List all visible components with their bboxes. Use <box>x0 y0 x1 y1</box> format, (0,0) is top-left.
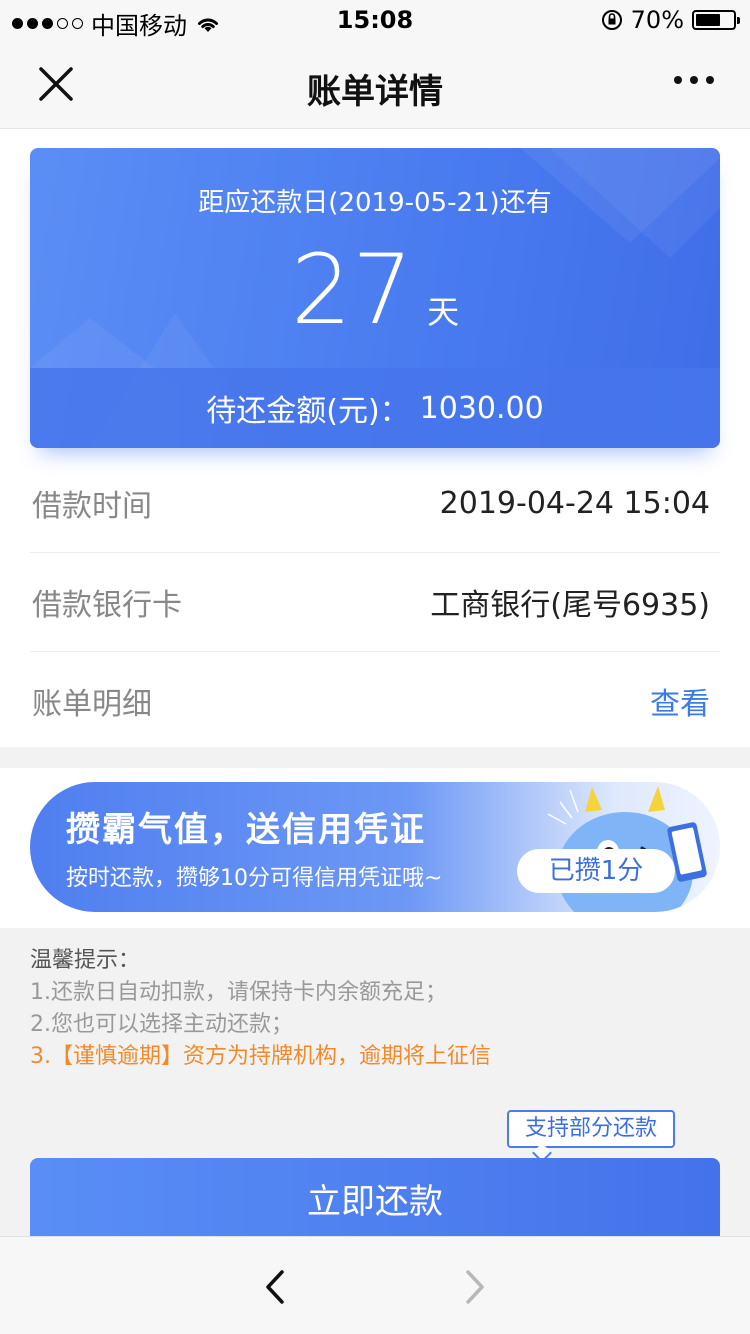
days-unit: 天 <box>427 293 460 331</box>
tips-title: 温馨提示： <box>30 948 141 973</box>
detail-row-loan-time: 借款时间 2019-04-24 15:04 <box>30 454 720 553</box>
detail-value: 2019-04-24 15:04 <box>439 485 710 521</box>
partial-repayment-tag: 支持部分还款 <box>507 1110 675 1148</box>
detail-row-bank-card: 借款银行卡 工商银行(尾号6935) <box>30 553 720 652</box>
bill-summary-section: 距应还款日(2019-05-21)还有 27 天 待还金额(元)： 1030.0… <box>0 129 750 747</box>
more-icon[interactable] <box>674 76 714 84</box>
detail-value: 工商银行(尾号6935) <box>430 588 710 623</box>
detail-list: 借款时间 2019-04-24 15:04 借款银行卡 工商银行(尾号6935)… <box>30 454 720 750</box>
days-remaining: 27 <box>290 234 414 346</box>
detail-row-bill-breakdown[interactable]: 账单明细 查看 <box>30 652 720 750</box>
browser-toolbar <box>0 1236 750 1334</box>
amount-bar: 待还金额(元)： 1030.00 <box>30 368 720 448</box>
due-date-label: 距应还款日(2019-05-21)还有 <box>198 188 552 218</box>
points-badge: 已攒1分 <box>517 849 675 893</box>
bill-card: 距应还款日(2019-05-21)还有 27 天 待还金额(元)： 1030.0… <box>30 148 720 448</box>
status-bar: 中国移动 15:08 70% <box>0 0 750 40</box>
forward-arrow-icon[interactable] <box>458 1269 490 1305</box>
view-details-link[interactable]: 查看 <box>650 679 720 723</box>
banner-title: 攒霸气值，送信用凭证 <box>66 810 426 850</box>
tip-item: 2.您也可以选择主动还款； <box>30 1012 293 1037</box>
tip-warning: 3.【谨慎逾期】资方为持牌机构，逾期将上征信 <box>30 1044 491 1069</box>
promo-banner[interactable]: 攒霸气值，送信用凭证 按时还款，攒够10分可得信用凭证哦~ 已攒1分 <box>30 782 720 912</box>
repay-now-button[interactable]: 立即还款 <box>30 1158 720 1246</box>
amount-value: 1030.00 <box>419 390 544 426</box>
battery-icon <box>692 10 740 30</box>
orientation-lock-icon <box>601 10 622 30</box>
detail-label: 借款时间 <box>32 489 152 524</box>
amount-label: 待还金额(元)： <box>206 394 410 429</box>
detail-label: 借款银行卡 <box>32 588 182 623</box>
battery-percent: 70% <box>630 6 684 34</box>
tips-section: 温馨提示： 1.还款日自动扣款，请保持卡内余额充足； 2.您也可以选择主动还款；… <box>30 945 491 1073</box>
nav-bar: 账单详情 <box>0 40 750 129</box>
tip-item: 1.还款日自动扣款，请保持卡内余额充足； <box>30 980 447 1005</box>
detail-label: 账单明细 <box>32 687 152 722</box>
bill-detail-page: 中国移动 15:08 70% 账单详情 距应还款日(2019-05-21)还有 … <box>0 0 750 1334</box>
promo-section: 攒霸气值，送信用凭证 按时还款，攒够10分可得信用凭证哦~ 已攒1分 <box>0 768 750 928</box>
page-title: 账单详情 <box>307 72 443 112</box>
banner-subtitle: 按时还款，攒够10分可得信用凭证哦~ <box>66 866 443 891</box>
back-arrow-icon[interactable] <box>260 1269 292 1305</box>
